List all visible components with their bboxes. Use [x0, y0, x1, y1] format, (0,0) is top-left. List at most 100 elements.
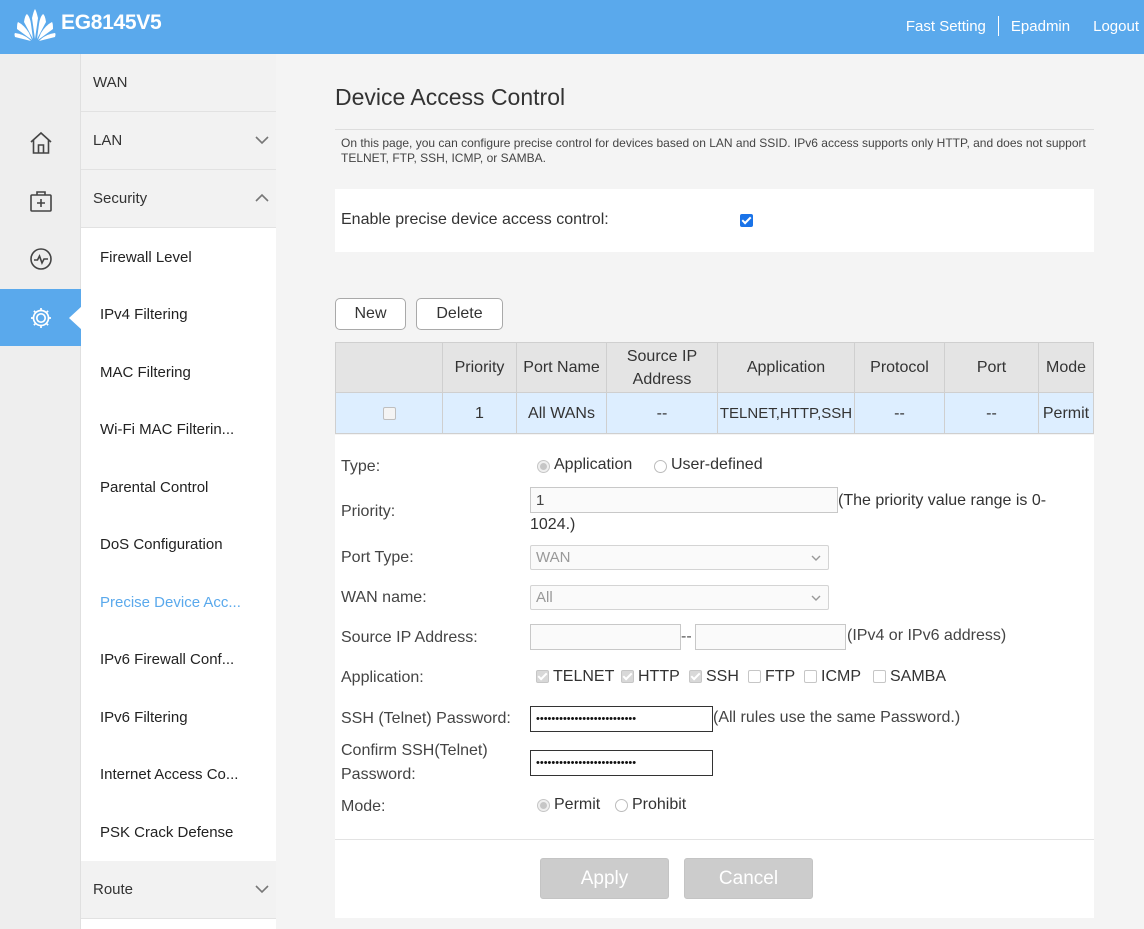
sidebar-item-ipv4-filtering[interactable]: IPv4 Filtering [81, 286, 276, 343]
chevron-down-icon [255, 885, 269, 894]
app-samba-checkbox[interactable] [873, 670, 886, 683]
enable-checkbox[interactable] [740, 214, 753, 227]
rail-home[interactable] [0, 114, 81, 171]
sidebar-cat-wan[interactable]: WAN [81, 54, 276, 112]
mode-permit-radio[interactable] [537, 799, 550, 812]
apply-button[interactable]: Apply [540, 858, 669, 899]
table-row[interactable]: 1 All WANs -- TELNET,HTTP,SSH -- -- Perm… [335, 393, 1094, 434]
app-telnet-label: TELNET [553, 668, 615, 685]
col-port-name: Port Name [517, 342, 607, 393]
top-nav: Fast Setting Epadmin Logout [906, 16, 1139, 36]
priority-hint: (The priority value range is 0-1024.) [530, 492, 1047, 533]
toolbox-icon [29, 190, 52, 212]
row-checkbox[interactable] [382, 406, 396, 420]
port-type-select[interactable]: WAN [530, 545, 829, 570]
sidebar-item-ipv6-filtering[interactable]: IPv6 Filtering [81, 689, 276, 746]
sidebar-item-ipv6-firewall[interactable]: IPv6 Firewall Conf... [81, 631, 276, 688]
wan-name-value: All [536, 589, 553, 606]
sidebar-item-psk-crack-defense[interactable]: PSK Crack Defense [81, 804, 276, 861]
col-protocol: Protocol [855, 342, 945, 393]
type-application-radio[interactable] [537, 460, 550, 473]
sidebar-item-firewall-level[interactable]: Firewall Level [81, 229, 276, 286]
type-user-defined-radio[interactable] [654, 460, 667, 473]
app-ftp-checkbox[interactable] [748, 670, 761, 683]
source-ip-separator: -- [681, 628, 692, 645]
source-ip-label: Source IP Address: [341, 629, 478, 646]
rail-diagnose[interactable] [0, 230, 81, 287]
sidebar-cat-security[interactable]: Security [81, 170, 276, 228]
col-select [335, 342, 443, 393]
port-type-value: WAN [536, 549, 571, 566]
fast-setting-link[interactable]: Fast Setting [906, 18, 986, 35]
chevron-up-icon [255, 193, 269, 202]
app-samba-label: SAMBA [890, 668, 947, 685]
enable-label: Enable precise device access control: [341, 211, 609, 228]
diagnostics-icon [29, 247, 52, 270]
rule-form: Type: Application User-defined Priority:… [335, 435, 1094, 918]
table-header: Priority Port Name Source IP Address App… [335, 342, 1094, 393]
cell-port: -- [945, 393, 1039, 434]
mode-label: Mode: [341, 798, 386, 815]
app-ssh-label: SSH [706, 668, 739, 685]
type-user-defined-label: User-defined [671, 456, 763, 473]
new-button[interactable]: New [335, 298, 406, 330]
rail-advanced[interactable] [0, 289, 82, 346]
confirm-password-input[interactable]: •••••••••••••••••••••••••• [530, 750, 713, 776]
ssh-password-label: SSH (Telnet) Password: [341, 710, 511, 727]
user-link[interactable]: Epadmin [1011, 18, 1070, 35]
mode-permit-label: Permit [554, 796, 601, 813]
col-source-ip: Source IP Address [607, 342, 718, 393]
nav-separator [997, 16, 999, 36]
source-ip-start-input[interactable] [530, 624, 681, 650]
cell-port-name: All WANs [517, 393, 607, 434]
cell-mode: Permit [1039, 393, 1094, 434]
icon-rail [0, 54, 82, 929]
type-application-label: Application [554, 456, 633, 473]
sidebar-cat-route[interactable]: Route [81, 861, 276, 919]
cell-protocol: -- [855, 393, 945, 434]
top-header: EG8145V5 Fast Setting Epadmin Logout [0, 0, 1144, 54]
huawei-logo [14, 9, 56, 41]
cell-source-ip: -- [607, 393, 718, 434]
app-icmp-checkbox[interactable] [804, 670, 817, 683]
source-ip-end-input[interactable] [695, 624, 846, 650]
source-ip-hint: (IPv4 or IPv6 address) [847, 627, 1007, 644]
logout-link[interactable]: Logout [1093, 18, 1139, 35]
app-telnet-checkbox[interactable] [536, 670, 549, 683]
sidebar: WAN LAN Security Firewall Level IPv4 Fil… [81, 54, 276, 929]
cell-priority: 1 [443, 393, 517, 434]
app-http-label: HTTP [638, 668, 680, 685]
device-model: EG8145V5 [61, 11, 162, 34]
ssh-password-hint: (All rules use the same Password.) [713, 709, 961, 726]
page-title: Device Access Control [335, 84, 566, 110]
mode-prohibit-radio[interactable] [615, 799, 628, 812]
form-divider [335, 839, 1094, 840]
row-select-cell [335, 393, 443, 434]
chevron-down-icon [255, 136, 269, 145]
cell-application: TELNET,HTTP,SSH [718, 393, 855, 434]
app-icmp-label: ICMP [821, 668, 861, 685]
app-http-checkbox[interactable] [621, 670, 634, 683]
cancel-button[interactable]: Cancel [684, 858, 813, 899]
wan-name-select[interactable]: All [530, 585, 829, 610]
sidebar-item-mac-filtering[interactable]: MAC Filtering [81, 344, 276, 401]
page-description: On this page, you can configure precise … [341, 136, 1086, 165]
sidebar-item-internet-access-control[interactable]: Internet Access Co... [81, 746, 276, 803]
col-application: Application [718, 342, 855, 393]
priority-label: Priority: [341, 503, 396, 520]
sidebar-item-wifi-mac-filtering[interactable]: Wi-Fi MAC Filterin... [81, 401, 276, 458]
enable-panel: Enable precise device access control: [335, 189, 1094, 252]
col-port: Port [945, 342, 1039, 393]
type-label: Type: [341, 458, 381, 475]
sidebar-cat-lan[interactable]: LAN [81, 112, 276, 170]
app-ssh-checkbox[interactable] [689, 670, 702, 683]
main-content: Device Access Control On this page, you … [276, 54, 1144, 929]
ssh-password-input[interactable]: •••••••••••••••••••••••••• [530, 706, 713, 732]
sidebar-item-dos-configuration[interactable]: DoS Configuration [81, 516, 276, 573]
rail-tools[interactable] [0, 172, 81, 229]
sidebar-cat-label: WAN [93, 74, 128, 91]
delete-button[interactable]: Delete [416, 298, 503, 330]
chevron-down-icon [811, 595, 821, 601]
sidebar-item-parental-control[interactable]: Parental Control [81, 459, 276, 516]
sidebar-item-precise-device-access[interactable]: Precise Device Acc... [81, 574, 276, 631]
